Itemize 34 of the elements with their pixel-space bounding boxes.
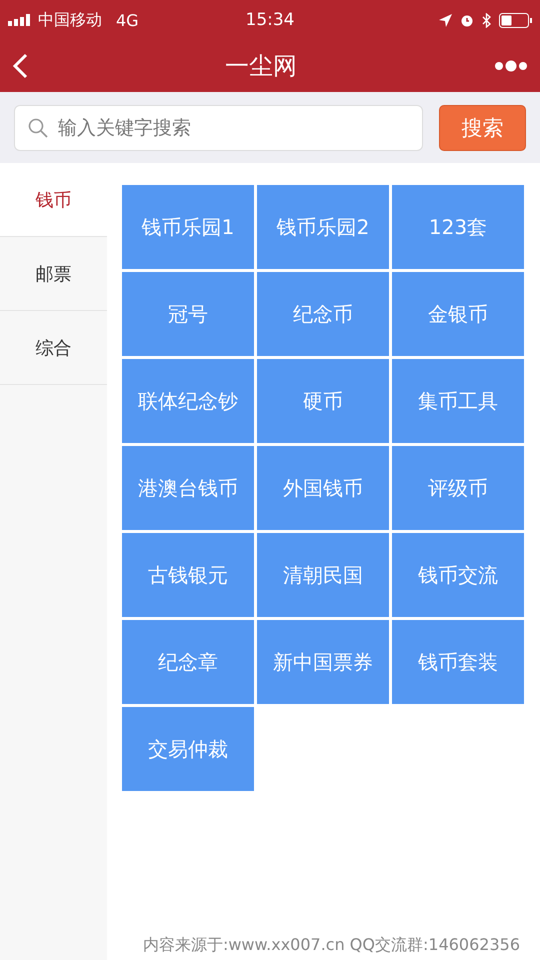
category-tile[interactable]: 清朝民国 [257,533,389,617]
more-icon[interactable] [494,60,528,72]
back-icon[interactable] [12,53,28,79]
category-tile[interactable]: 古钱银元 [122,533,254,617]
category-tile[interactable]: 金银币 [392,272,524,356]
category-tile[interactable]: 新中国票券 [257,620,389,704]
search-icon [28,118,48,138]
clock-text: 15:34 [246,10,294,30]
category-tile[interactable]: 评级币 [392,446,524,530]
category-tile[interactable]: 123套 [392,185,524,269]
category-tile[interactable]: 钱币交流 [392,533,524,617]
location-icon [439,14,452,26]
sidebar-item[interactable]: 钱币 [0,163,107,237]
category-tile[interactable]: 钱币套装 [392,620,524,704]
battery-icon [499,12,532,28]
category-tile[interactable]: 集币工具 [392,359,524,443]
category-tile[interactable]: 联体纪念钞 [122,359,254,443]
category-tile[interactable]: 港澳台钱币 [122,446,254,530]
category-tile[interactable]: 冠号 [122,272,254,356]
category-tile[interactable]: 纪念章 [122,620,254,704]
page-title: 一尘网 [225,51,297,82]
footer-text: 内容来源于:www.xx007.cn QQ交流群:146062356 [142,935,520,956]
search-button[interactable]: 搜索 [439,104,526,150]
category-tile[interactable]: 钱币乐园1 [122,185,254,269]
category-tile[interactable]: 钱币乐园2 [257,185,389,269]
search-field[interactable]: 输入关键字搜索 [14,104,423,150]
alarm-icon [460,13,474,27]
category-tile[interactable]: 外国钱币 [257,446,389,530]
category-tile[interactable]: 交易仲裁 [122,707,254,791]
bluetooth-icon [482,12,491,28]
category-tile[interactable]: 纪念币 [257,272,389,356]
category-tile[interactable]: 硬币 [257,359,389,443]
network-text: 4G [116,10,139,30]
carrier-text: 中国移动 [38,10,102,30]
